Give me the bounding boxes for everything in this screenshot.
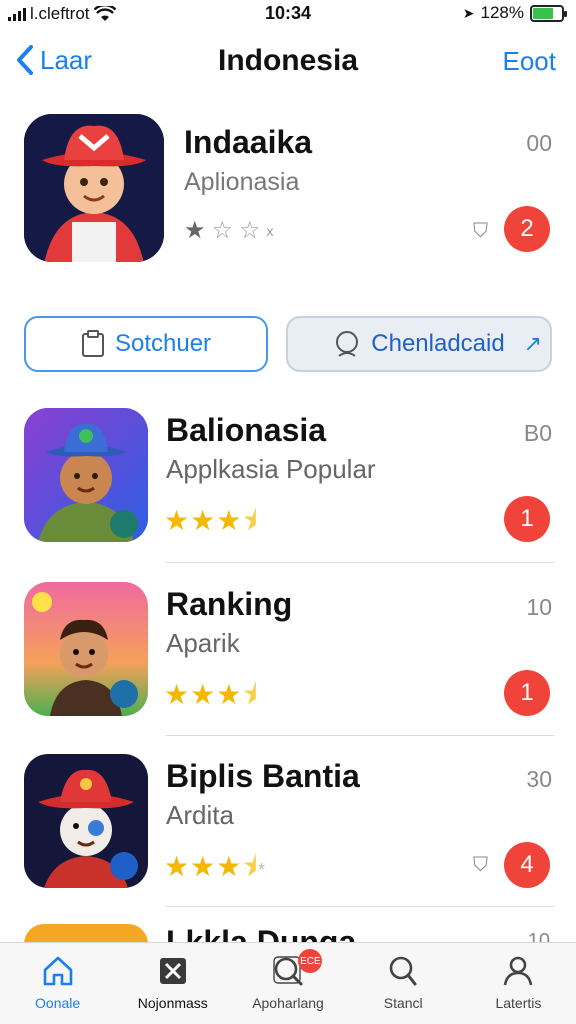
rating-stars: ★★★⯨* [164, 846, 266, 894]
home-icon [43, 956, 72, 986]
star-outline-icon: ☆ [211, 217, 234, 244]
tab-home[interactable]: Oonale [0, 943, 115, 1024]
list-item[interactable]: Biplis Bantia Ardita ★★★⯨* 30 ⛉ 4 [24, 754, 554, 906]
notification-badge[interactable]: 2 [504, 206, 550, 252]
download-button[interactable]: Chenladcaid ↗ [286, 316, 552, 372]
firefighter-avatar-icon [24, 754, 148, 888]
tab-label: Oonale [35, 995, 81, 1011]
star-icon: ★ [216, 505, 243, 536]
app-count: 30 [526, 766, 552, 792]
clipboard-icon [81, 330, 104, 357]
notification-badge[interactable]: 4 [504, 842, 550, 888]
app-icon[interactable] [24, 114, 164, 262]
star-outline-icon: ☆ [239, 217, 261, 244]
list-item[interactable]: Balionasia Applkasia Popular ★★★⯨ B0 1 [24, 408, 554, 560]
star-icon: ★ [190, 679, 217, 710]
star-mark-icon: * [258, 860, 267, 880]
app-icon[interactable] [24, 582, 148, 716]
arrow-icon: ↗ [523, 331, 542, 356]
cowboy-avatar-icon [24, 114, 164, 262]
divider [166, 735, 554, 736]
star-icon: ★ [164, 679, 191, 710]
tab-profile[interactable]: Latertis [461, 943, 576, 1024]
app-name: Lkkla Dunga [166, 924, 357, 944]
tab-search-2[interactable]: Stancl [346, 943, 461, 1024]
chat-icon [336, 331, 359, 357]
tab-label: Nojonmass [137, 995, 208, 1011]
search-icon [389, 956, 417, 986]
person-icon [504, 956, 533, 986]
tab-apps[interactable]: Nojonmass [115, 943, 230, 1024]
app-count: 00 [526, 130, 552, 156]
app-count: 10 [527, 930, 550, 942]
notification-badge[interactable]: 1 [504, 496, 550, 542]
star-icon: ★ [190, 851, 217, 882]
download-label: Chenladcaid [371, 330, 505, 357]
rating-stars: ★★★⯨ [164, 674, 258, 722]
edit-button[interactable]: Eoot [503, 46, 557, 77]
status-bar: l.cleftrot 10:34 ➤ 128% [0, 0, 576, 32]
app-icon[interactable] [24, 754, 148, 888]
tab-label: Latertis [495, 995, 542, 1011]
app-count: B0 [523, 420, 552, 446]
featured-app[interactable]: Indaaika Aplionasia ★ ☆ ☆ x 00 ⛉ 2 [24, 112, 554, 264]
divider [166, 906, 554, 907]
app-name: Ranking [166, 586, 293, 622]
divider [166, 562, 554, 563]
battery-percent: 128% [480, 3, 524, 22]
location-icon: ➤ [462, 4, 475, 21]
battery-icon [530, 4, 567, 22]
star-half-icon: ⯨ [242, 505, 259, 536]
app-subtitle: Aparik [166, 628, 240, 658]
notification-badge[interactable]: 1 [504, 670, 550, 716]
navigation-bar: Laar Indonesia Eoot [0, 32, 576, 94]
tab-label: Stancl [383, 995, 423, 1011]
list-item[interactable]: Ranking Aparik ★★★⯨ 10 1 [24, 582, 554, 734]
action-buttons: Sotchuer Chenladcaid ↗ [24, 316, 554, 372]
tab-bar: Oonale Nojonmass ECE Apoharlang Stancl L… [0, 942, 576, 1024]
app-count: 10 [526, 594, 552, 620]
app-name: Balionasia [166, 412, 327, 448]
app-subtitle: Applkasia Popular [166, 454, 376, 484]
businessman-avatar-icon [24, 582, 148, 716]
cloud-download-icon[interactable]: ⛉ [473, 854, 488, 877]
star-icon: ★ [190, 505, 217, 536]
tab-search[interactable]: ECE Apoharlang [230, 943, 345, 1024]
rating-mark: x [266, 222, 274, 239]
apps-icon [159, 958, 186, 984]
star-icon: ★ [216, 679, 243, 710]
rating-stars: ★ ☆ ☆ x [184, 216, 274, 245]
tab-badge: ECE [298, 949, 323, 973]
rating-stars: ★★★⯨ [164, 500, 258, 548]
star-icon: ★ [164, 851, 191, 882]
tab-label: Apoharlang [252, 995, 324, 1011]
cloud-download-icon[interactable]: ⛉ [473, 220, 488, 243]
switcher-label: Sotchuer [114, 330, 212, 357]
switcher-button[interactable]: Sotchuer [24, 316, 268, 372]
app-icon[interactable] [24, 408, 148, 542]
app-subtitle: Ardita [166, 800, 234, 830]
page-title: Indonesia [217, 44, 359, 77]
star-icon: ★ [184, 217, 206, 244]
app-name: Biplis Bantia [166, 758, 360, 794]
star-half-icon: ⯨ [242, 679, 259, 710]
star-icon: ★ [216, 851, 243, 882]
app-subtitle: Aplionasia [184, 168, 300, 196]
star-icon: ★ [164, 505, 191, 536]
star-half-icon: ⯨ [242, 851, 259, 882]
app-name: Indaaika [184, 124, 313, 160]
farmer-avatar-icon [24, 408, 148, 542]
